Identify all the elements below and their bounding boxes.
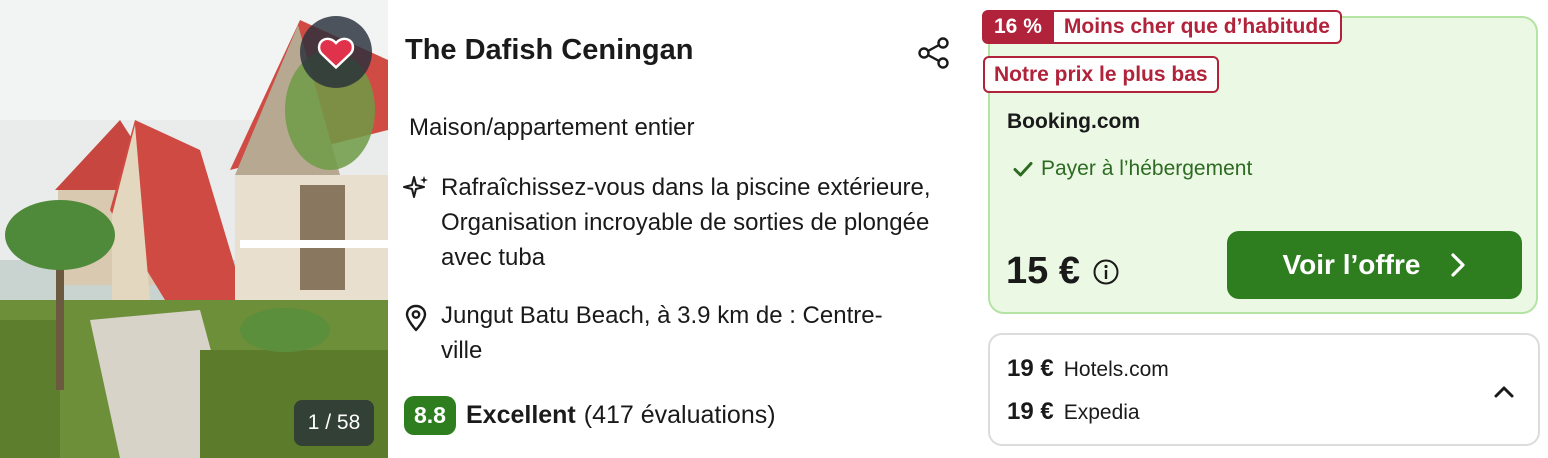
other-offer-provider: Expedia xyxy=(1063,401,1140,424)
discount-percent: 16 % xyxy=(982,10,1054,44)
favorite-button[interactable] xyxy=(300,16,372,88)
map-pin-icon xyxy=(405,304,427,332)
lowest-price-badge: Notre prix le plus bas xyxy=(983,56,1219,93)
payment-note: Payer à l’hébergement xyxy=(1013,157,1252,181)
other-offer-item[interactable]: 19 € Hotels.com xyxy=(1007,355,1169,383)
rating-label: Excellent xyxy=(465,401,576,429)
offer-price: 15 € xyxy=(1006,250,1120,293)
sparkle-icon xyxy=(403,176,428,198)
review-count: (417 évaluations) xyxy=(583,401,776,429)
other-offers-panel xyxy=(988,333,1540,446)
rating-summary[interactable]: 8.8 Excellent (417 évaluations) xyxy=(404,396,776,435)
hotel-name[interactable]: The Dafish Ceningan xyxy=(405,34,693,67)
hotel-photo[interactable]: 1 / 58 xyxy=(0,0,388,458)
other-offer-price: 19 € xyxy=(1007,355,1054,382)
info-icon[interactable] xyxy=(1092,258,1120,286)
offer-provider: Booking.com xyxy=(1007,110,1141,133)
chevron-right-icon xyxy=(1451,253,1466,277)
discount-text: Moins cher que d’habitude xyxy=(1053,10,1342,44)
rating-score-badge: 8.8 xyxy=(404,396,456,435)
other-offer-item[interactable]: 19 € Expedia xyxy=(1007,398,1140,426)
chevron-up-icon[interactable] xyxy=(1490,378,1518,406)
other-offer-provider: Hotels.com xyxy=(1063,358,1169,381)
heart-icon xyxy=(317,37,355,69)
check-icon xyxy=(1013,162,1033,177)
offer-price-value: 15 € xyxy=(1006,250,1080,292)
share-icon[interactable] xyxy=(916,36,952,70)
payment-note-text: Payer à l’hébergement xyxy=(1041,157,1253,180)
other-offer-price: 19 € xyxy=(1007,398,1054,425)
discount-badge: 16 % Moins cher que d’habitude xyxy=(982,10,1342,44)
location-text[interactable]: Jungut Batu Beach, à 3.9 km de : Centre-… xyxy=(441,298,911,368)
amenities-text: Rafraîchissez-vous dans la piscine extér… xyxy=(441,174,931,271)
accommodation-type: Maison/appartement entier xyxy=(409,114,695,141)
view-offer-button[interactable]: Voir l’offre xyxy=(1227,231,1522,299)
photo-counter: 1 / 58 xyxy=(294,400,374,446)
view-offer-label: Voir l’offre xyxy=(1282,249,1421,280)
